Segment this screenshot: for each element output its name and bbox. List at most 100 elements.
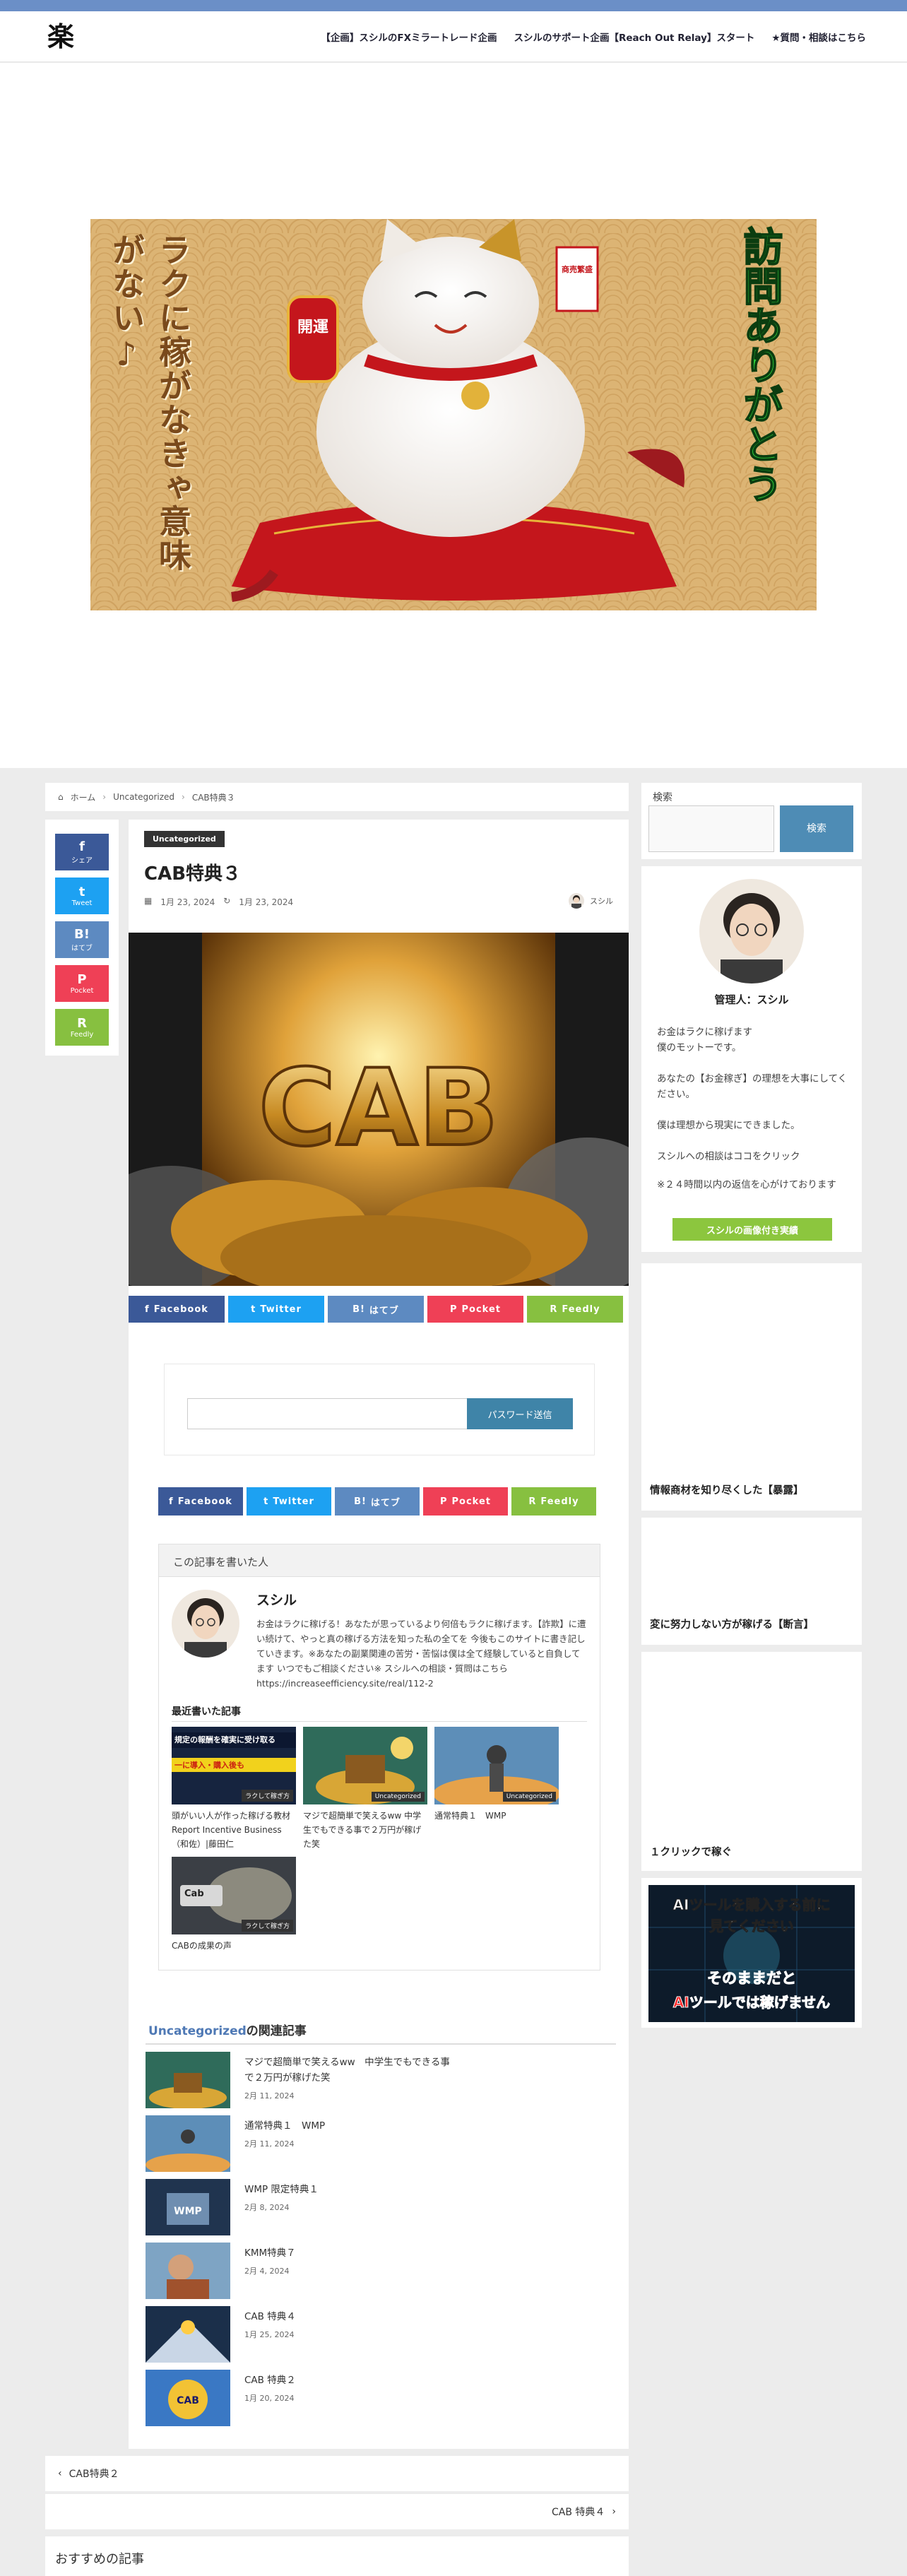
recent-post-card[interactable]: Uncategorized マジで超簡単で笑えるww 中学生でもできる事で２万円…: [303, 1727, 427, 1851]
related-post-thumbnail: WMP: [146, 2179, 230, 2235]
author-box-heading: この記事を書いた人: [159, 1544, 600, 1577]
pocket-icon: P: [439, 1496, 448, 1507]
prev-post-link[interactable]: ‹ CAB特典２: [45, 2456, 629, 2491]
post-dates: ▦ 1月 23, 2024 ↻ 1月 23, 2024: [144, 896, 293, 908]
related-post-item[interactable]: 通常特典１ WMP 2月 11, 2024: [146, 2115, 569, 2173]
share-twitter-button[interactable]: t Twitter: [247, 1487, 331, 1516]
profile-contact-link[interactable]: スシルへの相談はココをクリック: [657, 1149, 855, 1164]
nav-item-reach-out-relay[interactable]: スシルのサポート企画【Reach Out Relay】スタート: [514, 30, 755, 44]
search-widget: 検索 検索: [641, 783, 862, 859]
published-date: 1月 23, 2024: [160, 897, 215, 907]
nav-item-contact[interactable]: ★質問・相談はこちら: [771, 30, 866, 44]
recent-post-card[interactable]: 規定の報酬を確実に受け取る 一に導入・購入後も ラクして稼ぎ方 頭がいい人が作っ…: [172, 1727, 296, 1851]
recent-post-title: 頭がいい人が作った稼げる教材Report Incentive Business（…: [172, 1811, 291, 1849]
sidebar-link-card[interactable]: １クリックで稼ぐ: [641, 1652, 862, 1871]
floating-share-bar: f シェア t Tweet B! はてブ P Pocket R Feedly: [45, 820, 119, 1056]
share-facebook-button[interactable]: f Facebook: [158, 1487, 243, 1516]
site-logo[interactable]: 楽: [45, 21, 76, 52]
sidebar-ad-card: AIツールを購入する前に 見てください そのままだと AIツールでは稼げません: [641, 1878, 862, 2028]
related-post-date: 2月 11, 2024: [244, 2091, 295, 2101]
recent-post-card[interactable]: Uncategorized 通常特典１ WMP: [434, 1727, 559, 1823]
recent-post-card[interactable]: Cab ラクして稼ぎ方 CABの成果の声: [172, 1857, 296, 1953]
hero-banner-image: 開運 商売繁盛 ラクに稼がなきゃ意味がない♪ 訪問ありがとう: [90, 219, 817, 610]
share-feedly-button[interactable]: R Feedly: [527, 1296, 623, 1323]
category-tag: Uncategorized: [502, 1792, 556, 1802]
share-hatebu-button[interactable]: B! はてブ: [335, 1487, 420, 1516]
share-pocket-button[interactable]: P Pocket: [427, 1296, 523, 1323]
related-posts-heading: Uncategorizedの関連記事: [148, 2024, 307, 2038]
related-post-title: CAB 特典４: [244, 2311, 296, 2322]
search-input[interactable]: [648, 805, 774, 852]
search-button[interactable]: 検索: [780, 805, 853, 852]
breadcrumb-current: CAB特典３: [191, 792, 235, 803]
rss-icon: R: [550, 1304, 558, 1315]
share-twitter-button[interactable]: t Twitter: [228, 1296, 324, 1323]
sidebar-link-one-click[interactable]: １クリックで稼ぐ: [650, 1844, 732, 1859]
recent-post-thumbnail: Cab ラクして稼ぎ方: [172, 1857, 296, 1934]
share-hatebu-button[interactable]: B! はてブ: [55, 921, 109, 958]
author-description: お金はラクに稼げる！あなたが思っているより何倍もラクに稼げます。【詐欺】に遭い続…: [256, 1619, 586, 1689]
sidebar-link-exposure[interactable]: 情報商材を知り尽くした【暴露】: [650, 1482, 804, 1497]
next-post-link[interactable]: CAB 特典４ ›: [45, 2494, 629, 2529]
calendar-icon: ▦: [144, 896, 153, 906]
related-post-title: WMP 限定特典１: [244, 2184, 319, 2195]
share-feedly-button[interactable]: R Feedly: [55, 1009, 109, 1046]
refresh-icon: ↻: [223, 896, 231, 906]
recent-posts-heading: 最近書いた記事: [172, 1706, 241, 1718]
breadcrumb-category[interactable]: Uncategorized: [113, 792, 174, 802]
nav-item-fx-mirror[interactable]: 【企画】スシルのFXミラートレード企画: [321, 30, 497, 44]
pocket-icon: P: [449, 1304, 458, 1315]
svg-text:CAB: CAB: [259, 1047, 499, 1170]
related-post-item[interactable]: マジで超簡単で笑えるww 中学生でもできる事で２万円が稼げた笑 2月 11, 2…: [146, 2052, 569, 2110]
category-badge[interactable]: Uncategorized: [144, 831, 225, 847]
related-post-date: 2月 4, 2024: [244, 2267, 290, 2276]
author-name[interactable]: スシル: [256, 1590, 297, 1609]
results-button[interactable]: スシルの画像付き実績: [672, 1218, 832, 1241]
chevron-right-icon: ›: [612, 2506, 616, 2517]
recent-post-thumbnail: 規定の報酬を確実に受け取る 一に導入・購入後も ラクして稼ぎ方: [172, 1727, 296, 1804]
rss-icon: R: [77, 1015, 87, 1031]
share-facebook-button[interactable]: f Facebook: [129, 1296, 225, 1323]
password-input[interactable]: [187, 1398, 468, 1429]
twitter-icon: t: [251, 1304, 256, 1315]
sidebar-link-no-effort[interactable]: 変に努力しない方が稼げる【断言】: [650, 1617, 814, 1631]
author-box: この記事を書いた人 スシル お金はラクに稼げる！あなたが思っているより何倍もラク…: [158, 1544, 600, 1971]
related-post-item[interactable]: CAB 特典４ 1月 25, 2024: [146, 2306, 569, 2364]
rss-icon: R: [528, 1496, 537, 1507]
share-facebook-button[interactable]: f シェア: [55, 834, 109, 870]
related-post-title: KMM特典７: [244, 2247, 296, 2259]
share-feedly-button[interactable]: R Feedly: [511, 1487, 596, 1516]
related-post-title: CAB 特典２: [244, 2375, 296, 2386]
related-post-item[interactable]: CAB CAB 特典２ 1月 20, 2024: [146, 2370, 569, 2428]
password-form: パスワード送信: [164, 1364, 595, 1455]
eyecatch-image: CAB: [129, 933, 629, 1286]
related-post-item[interactable]: WMP WMP 限定特典１ 2月 8, 2024: [146, 2179, 569, 2237]
recent-post-title: マジで超簡単で笑えるww 中学生でもできる事で２万円が稼げた笑: [303, 1811, 422, 1849]
related-post-item[interactable]: KMM特典７ 2月 4, 2024: [146, 2243, 569, 2300]
share-hatebu-button[interactable]: B! はてブ: [328, 1296, 424, 1323]
svg-text:開運: 開運: [297, 319, 328, 336]
sidebar-link-card[interactable]: 変に努力しない方が稼げる【断言】: [641, 1518, 862, 1645]
share-bar-bottom: f Facebook t Twitter B! はてブ P Pocket R Feedly: [158, 1487, 596, 1516]
chevron-right-icon: ›: [102, 792, 107, 802]
breadcrumb-home[interactable]: ホーム: [71, 791, 96, 803]
category-tag: ラクして稼ぎ方: [242, 1920, 293, 1932]
profile-text: 僕のモットーです。: [657, 1042, 742, 1053]
svg-text:WMP: WMP: [174, 2206, 202, 2217]
twitter-icon: t: [78, 884, 85, 899]
share-pocket-button[interactable]: P Pocket: [55, 965, 109, 1002]
related-post-thumbnail: CAB: [146, 2370, 230, 2426]
share-pocket-button[interactable]: P Pocket: [423, 1487, 508, 1516]
recent-post-thumbnail: Uncategorized: [303, 1727, 427, 1804]
password-submit-button[interactable]: パスワード送信: [467, 1398, 573, 1429]
hero-section: 開運 商売繁盛 ラクに稼がなきゃ意味がない♪ 訪問ありがとう: [0, 63, 907, 768]
recent-post-title: CABの成果の声: [172, 1941, 232, 1951]
post-author[interactable]: スシル: [569, 893, 613, 909]
share-twitter-button[interactable]: t Tweet: [55, 878, 109, 914]
ad-banner[interactable]: AIツールを購入する前に 見てください そのままだと AIツールでは稼げません: [648, 1885, 855, 2022]
svg-text:商売繁盛: 商売繁盛: [562, 264, 593, 274]
recent-post-title: 通常特典１ WMP: [434, 1811, 506, 1821]
divider: [172, 1721, 587, 1722]
sidebar-link-card[interactable]: 情報商材を知り尽くした【暴露】: [641, 1263, 862, 1511]
article-main: Uncategorized CAB特典３ ▦ 1月 23, 2024 ↻ 1月 …: [129, 820, 629, 2449]
